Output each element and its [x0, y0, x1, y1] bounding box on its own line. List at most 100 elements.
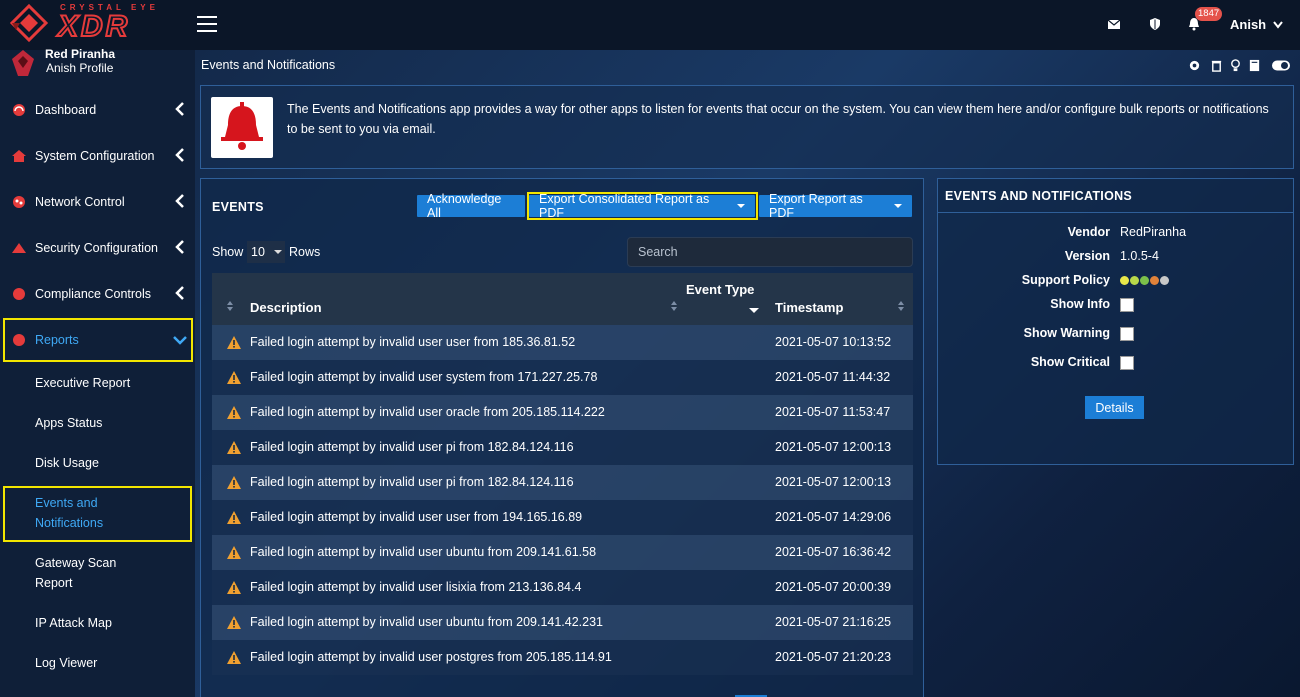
table-header: Description Event Type Timestamp [212, 273, 913, 325]
support-dot [1150, 276, 1159, 285]
details-button[interactable]: Details [1085, 396, 1144, 419]
table-row[interactable]: Failed login attempt by invalid user pi … [212, 465, 913, 500]
sub-item-apps-status[interactable]: Apps Status [35, 413, 102, 433]
table-row[interactable]: Failed login attempt by invalid user ora… [212, 395, 913, 430]
table-row[interactable]: Failed login attempt by invalid user sys… [212, 360, 913, 395]
user-menu[interactable]: Anish [1230, 17, 1283, 32]
shield-icon[interactable] [1148, 17, 1162, 31]
event-description: Failed login attempt by invalid user pi … [250, 440, 574, 454]
export-report-button[interactable]: Export Report as PDF [759, 192, 912, 220]
chevron-left-icon [175, 240, 184, 254]
table-row[interactable]: Failed login attempt by invalid user ubu… [212, 605, 913, 640]
gear-icon[interactable] [1188, 59, 1201, 72]
acknowledge-all-button[interactable]: Acknowledge All [417, 192, 525, 220]
warning-icon [227, 546, 241, 559]
warning-icon [227, 476, 241, 489]
notification-badge: 1847 [1195, 7, 1223, 21]
nav-system-configuration[interactable]: System Configuration [0, 136, 195, 176]
logo-icon [10, 4, 48, 43]
event-description: Failed login attempt by invalid user pos… [250, 650, 612, 664]
app-info-banner: The Events and Notifications app provide… [200, 85, 1294, 169]
table-row[interactable]: Failed login attempt by invalid user use… [212, 500, 913, 535]
table-row[interactable]: Failed login attempt by invalid user use… [212, 325, 913, 360]
show-critical-checkbox[interactable] [1120, 356, 1134, 370]
sub-item-ip-attack-map[interactable]: IP Attack Map [35, 613, 112, 633]
sub-item-disk-usage[interactable]: Disk Usage [35, 453, 99, 473]
page-size-value: 10 [251, 245, 265, 259]
caret-down-icon [274, 250, 282, 254]
sidebar: CRYSTAL EYE XDR Red Piranha Anish Profil… [0, 0, 195, 697]
nav-compliance-controls[interactable]: Compliance Controls [0, 274, 195, 314]
logo-title: XDR [57, 10, 131, 44]
event-description: Failed login attempt by invalid user ubu… [250, 615, 604, 629]
show-warning-checkbox[interactable] [1120, 327, 1134, 341]
event-timestamp: 2021-05-07 11:53:47 [775, 405, 891, 419]
lightbulb-icon[interactable] [1229, 59, 1242, 72]
security-icon [12, 243, 26, 253]
chevron-left-icon [175, 194, 184, 208]
warning-icon [227, 581, 241, 594]
event-timestamp: 2021-05-07 21:16:25 [775, 615, 892, 629]
event-timestamp: 2021-05-07 12:00:13 [775, 475, 892, 489]
page-size-select[interactable]: 10 [247, 241, 285, 263]
caret-down-icon [894, 204, 902, 208]
table-row[interactable]: Failed login attempt by invalid user lis… [212, 570, 913, 605]
trash-icon[interactable] [1210, 59, 1223, 72]
nav-label: Security Configuration [35, 241, 158, 255]
nav-dashboard[interactable]: Dashboard [0, 90, 195, 130]
chevron-left-icon [175, 286, 184, 300]
show-label: Show [212, 245, 244, 259]
vendor-value: RedPiranha [1120, 225, 1187, 239]
network-icon [13, 196, 25, 208]
book-icon[interactable] [1248, 59, 1261, 72]
divider [938, 212, 1293, 213]
event-timestamp: 2021-05-07 14:29:06 [775, 510, 892, 524]
table-row[interactable]: Failed login attempt by invalid user pos… [212, 640, 913, 675]
version-label: Version [1064, 249, 1110, 263]
column-timestamp[interactable]: Timestamp [775, 300, 843, 315]
profile[interactable]: Red Piranha Anish Profile [0, 44, 195, 84]
event-description: Failed login attempt by invalid user ora… [250, 405, 605, 419]
event-timestamp: 2021-05-07 10:13:52 [775, 335, 892, 349]
show-info-checkbox[interactable] [1120, 298, 1134, 312]
logo[interactable]: CRYSTAL EYE XDR [0, 0, 195, 50]
nav-security-configuration[interactable]: Security Configuration [0, 228, 195, 268]
menu-toggle-icon[interactable] [197, 16, 217, 34]
table-body: Failed login attempt by invalid user use… [212, 325, 913, 675]
button-label: Export Report as PDF [769, 192, 863, 220]
warning-icon [227, 441, 241, 454]
table-row[interactable]: Failed login attempt by invalid user pi … [212, 430, 913, 465]
sub-item-executive-report[interactable]: Executive Report [35, 373, 130, 393]
event-description: Failed login attempt by invalid user use… [250, 335, 576, 349]
rows-label: Rows [289, 245, 321, 259]
column-description[interactable]: Description [250, 300, 322, 315]
warning-icon [227, 616, 241, 629]
sub-item-log-viewer[interactable]: Log Viewer [35, 653, 97, 673]
sort-icon [227, 301, 233, 311]
export-highlight [527, 192, 758, 220]
support-dot [1140, 276, 1149, 285]
user-name: Anish [1230, 17, 1267, 32]
profile-subtitle: Anish Profile [46, 61, 114, 75]
version-value: 1.0.5-4 [1120, 249, 1159, 263]
event-type-filter-icon[interactable] [749, 308, 759, 313]
nav-label: Network Control [35, 195, 125, 209]
mail-icon[interactable] [1107, 17, 1121, 31]
page-header: Events and Notifications [195, 50, 1300, 80]
sub-item-label-line2: Report [35, 576, 73, 590]
toggle-icon[interactable] [1272, 59, 1290, 72]
column-event-type[interactable]: Event Type [686, 282, 754, 297]
app-description: The Events and Notifications app provide… [287, 102, 1269, 136]
event-timestamp: 2021-05-07 20:00:39 [775, 580, 892, 594]
search-input[interactable] [627, 237, 913, 267]
event-description: Failed login attempt by invalid user ubu… [250, 545, 597, 559]
button-label: Details [1095, 400, 1134, 415]
events-panel: EVENTS Acknowledge All Export Consolidat… [200, 178, 924, 697]
vendor-label: Vendor [1067, 225, 1110, 239]
warning-icon [227, 511, 241, 524]
table-row[interactable]: Failed login attempt by invalid user ubu… [212, 535, 913, 570]
nav-network-control[interactable]: Network Control [0, 182, 195, 222]
button-label: Acknowledge All [427, 192, 502, 220]
events-highlight [3, 486, 192, 542]
sub-item-gateway-scan-report[interactable]: Gateway Scan Report [35, 553, 116, 593]
